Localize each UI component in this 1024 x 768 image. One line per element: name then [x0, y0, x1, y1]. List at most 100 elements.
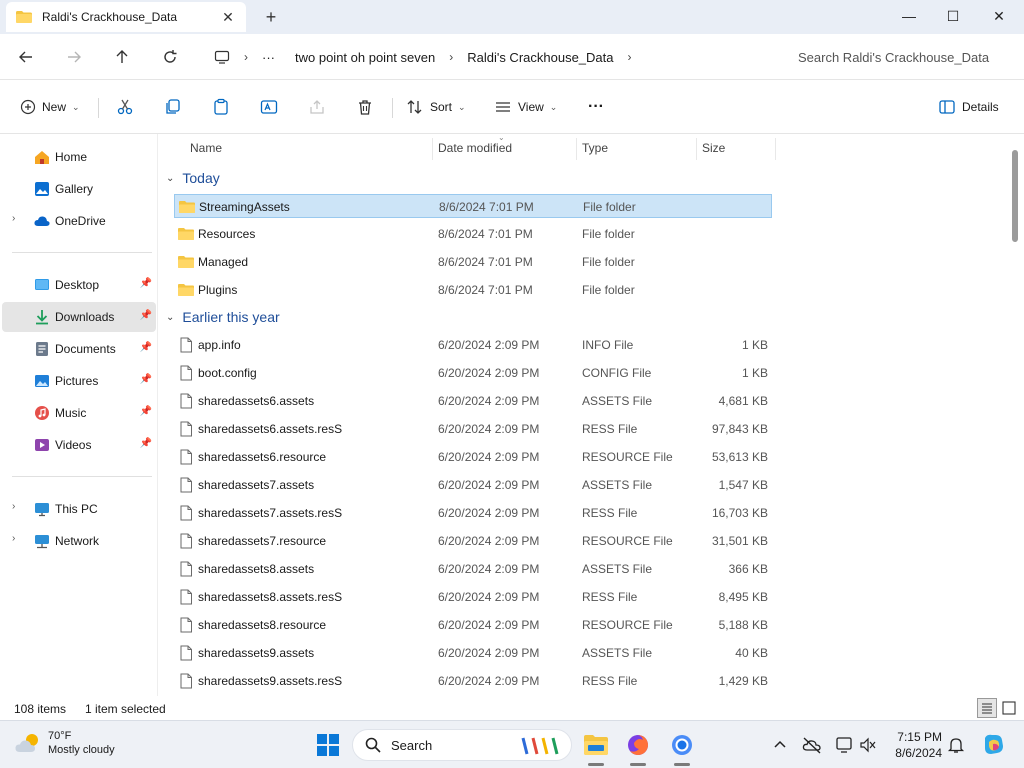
folder-row[interactable]: StreamingAssets 8/6/2024 7:01 PM File fold… — [174, 194, 772, 218]
pin-icon[interactable]: 📌 — [140, 342, 152, 353]
share-button[interactable] — [308, 94, 332, 120]
column-divider[interactable] — [576, 138, 577, 160]
cut-button[interactable] — [116, 94, 140, 120]
item-name: sharedassets8.assets.resS — [198, 590, 343, 604]
notifications-button[interactable] — [944, 733, 968, 757]
file-row[interactable]: sharedassets6.assets.resS 6/20/2024 2:09 … — [174, 417, 772, 441]
pin-icon[interactable]: 📌 — [140, 310, 152, 321]
tray-network-disabled[interactable] — [800, 733, 824, 757]
item-type: CONFIG File — [582, 366, 652, 380]
view-label: View — [518, 100, 544, 114]
file-row[interactable]: app.info 6/20/2024 2:09 PM INFO File 1 KB — [174, 333, 772, 357]
taskbar-search[interactable]: Search — [352, 729, 572, 761]
clock-time: 7:15 PM — [897, 730, 942, 744]
refresh-button[interactable] — [156, 44, 184, 70]
view-button[interactable]: View ⌄ — [494, 94, 557, 120]
column-header-date-modified[interactable]: Date modified — [438, 141, 512, 155]
taskbar-file-explorer[interactable] — [580, 729, 612, 761]
column-divider[interactable] — [432, 138, 433, 160]
file-row[interactable]: sharedassets9.assets 6/20/2024 2:09 PM ASS… — [174, 641, 772, 665]
sidebar-item-downloads[interactable]: Downloads 📌 — [2, 302, 156, 332]
column-header-type[interactable]: Type — [582, 141, 608, 155]
delete-button[interactable] — [356, 94, 380, 120]
breadcrumb-raldis-crackhouse-data[interactable]: Raldi's Crackhouse_Data — [467, 50, 613, 65]
sidebar-item-network[interactable]: › Network — [2, 526, 156, 556]
sidebar-item-home[interactable]: Home — [2, 142, 156, 172]
file-row[interactable]: sharedassets7.resource 6/20/2024 2:09 PM R… — [174, 529, 772, 553]
weather-temperature: 70°F — [48, 730, 72, 742]
breadcrumb-two-point-oh-point-seven[interactable]: two point oh point seven — [295, 50, 435, 65]
item-type: RESS File — [582, 422, 638, 436]
sort-button[interactable]: Sort ⌄ — [406, 94, 466, 120]
vertical-scrollbar[interactable] — [1012, 150, 1018, 242]
pin-icon[interactable]: 📌 — [140, 438, 152, 449]
sidebar-item-this-pc[interactable]: › This PC — [2, 494, 156, 524]
back-button[interactable] — [12, 44, 40, 70]
copy-button[interactable] — [164, 94, 188, 120]
sidebar-item-desktop[interactable]: Desktop 📌 — [2, 270, 156, 300]
chevron-right-icon[interactable]: › — [12, 533, 15, 544]
file-row[interactable]: sharedassets8.assets 6/20/2024 2:09 PM ASS… — [174, 557, 772, 581]
item-date-modified: 6/20/2024 2:09 PM — [438, 562, 540, 576]
tray-display[interactable] — [832, 733, 856, 757]
breadcrumb-overflow[interactable]: ··· — [262, 50, 275, 65]
system-clock[interactable]: 7:15 PM 8/6/2024 — [860, 729, 942, 761]
details-view-button[interactable] — [977, 698, 997, 718]
copilot-button[interactable] — [980, 733, 1008, 757]
start-button[interactable] — [312, 729, 344, 761]
new-tab-button[interactable]: + — [260, 6, 282, 28]
pin-icon[interactable]: 📌 — [140, 406, 152, 417]
item-name: sharedassets8.resource — [198, 618, 327, 632]
folder-row[interactable]: Resources 8/6/2024 7:01 PM File folder — [174, 222, 772, 246]
chevron-right-icon[interactable]: › — [12, 213, 15, 224]
file-row[interactable]: sharedassets7.assets.resS 6/20/2024 2:09 … — [174, 501, 772, 525]
minimize-button[interactable]: — — [886, 0, 932, 32]
column-divider[interactable] — [696, 138, 697, 160]
chevron-right-icon[interactable]: › — [628, 50, 632, 64]
item-type: File folder — [582, 283, 635, 297]
weather-widget[interactable]: 70°F Mostly cloudy — [14, 729, 115, 757]
search-input[interactable]: Search Raldi's Crackhouse_Data — [784, 42, 1020, 72]
chevron-right-icon[interactable]: › — [12, 501, 15, 512]
sidebar-item-gallery[interactable]: Gallery — [2, 174, 156, 204]
folder-row[interactable]: Plugins 8/6/2024 7:01 PM File folder — [174, 278, 772, 302]
column-header-size[interactable]: Size — [702, 141, 725, 155]
file-row[interactable]: sharedassets7.assets 6/20/2024 2:09 PM ASS… — [174, 473, 772, 497]
maximize-button[interactable]: ☐ — [930, 0, 976, 32]
tab-close-icon[interactable]: ✕ — [220, 9, 236, 26]
forward-button[interactable] — [60, 44, 88, 70]
up-button[interactable] — [108, 44, 136, 70]
column-divider[interactable] — [775, 138, 776, 160]
column-header-name[interactable]: Name — [190, 141, 222, 155]
tab-raldis-crackhouse-data[interactable]: Raldi's Crackhouse_Data ✕ — [6, 2, 246, 32]
file-row[interactable]: sharedassets8.resource 6/20/2024 2:09 PM R… — [174, 613, 772, 637]
paste-button[interactable] — [212, 94, 236, 120]
file-row[interactable]: boot.config 6/20/2024 2:09 PM CONFIG File 1… — [174, 361, 772, 385]
sidebar-item-documents[interactable]: Documents 📌 — [2, 334, 156, 364]
tiles-view-button[interactable] — [999, 698, 1019, 718]
new-button[interactable]: New ⌄ — [20, 94, 80, 120]
sidebar-item-music[interactable]: Music 📌 — [2, 398, 156, 428]
file-row[interactable]: sharedassets9.assets.resS 6/20/2024 2:09 … — [174, 669, 772, 693]
pin-icon[interactable]: 📌 — [140, 278, 152, 289]
tray-overflow-button[interactable] — [768, 733, 792, 757]
sidebar-item-pictures[interactable]: Pictures 📌 — [2, 366, 156, 396]
close-button[interactable]: ✕ — [976, 0, 1022, 32]
rename-button[interactable] — [260, 94, 284, 120]
folder-row[interactable]: Managed 8/6/2024 7:01 PM File folder — [174, 250, 772, 274]
address-bar[interactable]: › ··· two point oh point seven › Raldi's… — [200, 42, 772, 72]
file-row[interactable]: sharedassets6.assets 6/20/2024 2:09 PM ASS… — [174, 389, 772, 413]
more-options-button[interactable]: ··· — [588, 94, 604, 120]
details-button[interactable]: Details — [938, 94, 999, 120]
group-header-today[interactable]: ⌄ Today — [166, 166, 220, 190]
pin-icon[interactable]: 📌 — [140, 374, 152, 385]
file-row[interactable]: sharedassets6.resource 6/20/2024 2:09 PM R… — [174, 445, 772, 469]
chevron-right-icon[interactable]: › — [449, 50, 453, 64]
taskbar-chrome[interactable] — [666, 729, 698, 761]
sidebar-item-videos[interactable]: Videos 📌 — [2, 430, 156, 460]
chevron-down-icon: ⌄ — [458, 101, 466, 112]
sidebar-item-onedrive[interactable]: › OneDrive — [2, 206, 156, 236]
taskbar-firefox[interactable] — [622, 729, 654, 761]
group-header-earlier-this-year[interactable]: ⌄ Earlier this year — [166, 305, 280, 329]
file-row[interactable]: sharedassets8.assets.resS 6/20/2024 2:09 … — [174, 585, 772, 609]
